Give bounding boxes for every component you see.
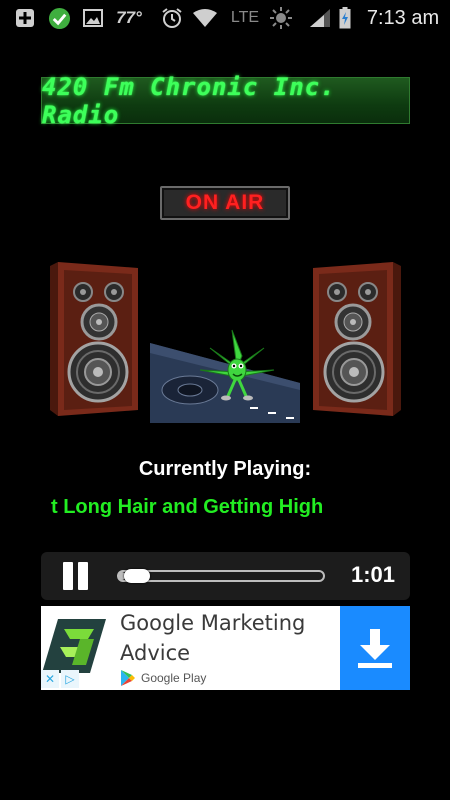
temperature-indicator: 77° <box>116 8 142 27</box>
status-time: 7:13 am <box>366 6 440 29</box>
add-icon <box>14 0 36 36</box>
on-air-label: ON AIR <box>185 191 265 214</box>
ad-download-button[interactable] <box>340 606 410 690</box>
ad-choices[interactable]: ✕ ▷ <box>41 670 83 690</box>
station-name: 420 Fm Chronic Inc. Radio <box>42 72 336 129</box>
signal-icon <box>307 0 333 36</box>
status-bar: 77° LTE 7:13 am <box>0 0 450 36</box>
ad-app-logo-icon <box>42 619 106 673</box>
station-banner: 420 Fm Chronic Inc. Radio <box>41 73 410 129</box>
currently-playing-label: Currently Playing: <box>138 458 312 480</box>
ad-banner[interactable]: Google Marketing Advice Google Play ✕ ▷ <box>41 606 410 690</box>
seek-thumb[interactable] <box>124 569 151 583</box>
speaker-left-icon <box>50 262 138 416</box>
network-type: LTE <box>230 9 260 26</box>
track-title: t Long Hair and Getting High <box>51 496 324 518</box>
media-player: 1:01 <box>41 552 410 600</box>
pause-icon <box>63 562 73 590</box>
check-icon <box>47 0 71 36</box>
on-air-sign: ON AIR <box>160 186 290 220</box>
download-icon <box>358 629 392 668</box>
alarm-icon <box>161 0 183 36</box>
wifi-icon <box>192 0 218 36</box>
image-icon <box>82 0 104 36</box>
ad-store-label: Google Play <box>141 671 207 685</box>
leaf-mascot-icon <box>150 329 300 423</box>
ad-title: Google Marketing Advice <box>120 611 306 665</box>
close-icon[interactable]: ✕ <box>41 670 59 688</box>
elapsed-time: 1:01 <box>350 562 395 587</box>
google-play-icon <box>121 670 135 686</box>
seek-bar[interactable] <box>117 569 325 583</box>
ad-store-badge: Google Play <box>120 669 206 687</box>
brightness-icon <box>268 0 294 36</box>
battery-charging-icon <box>337 0 353 36</box>
pause-icon-bar <box>78 562 88 590</box>
speaker-right-icon <box>313 262 401 416</box>
pause-button[interactable] <box>61 562 91 590</box>
adchoices-icon[interactable]: ▷ <box>61 670 79 688</box>
